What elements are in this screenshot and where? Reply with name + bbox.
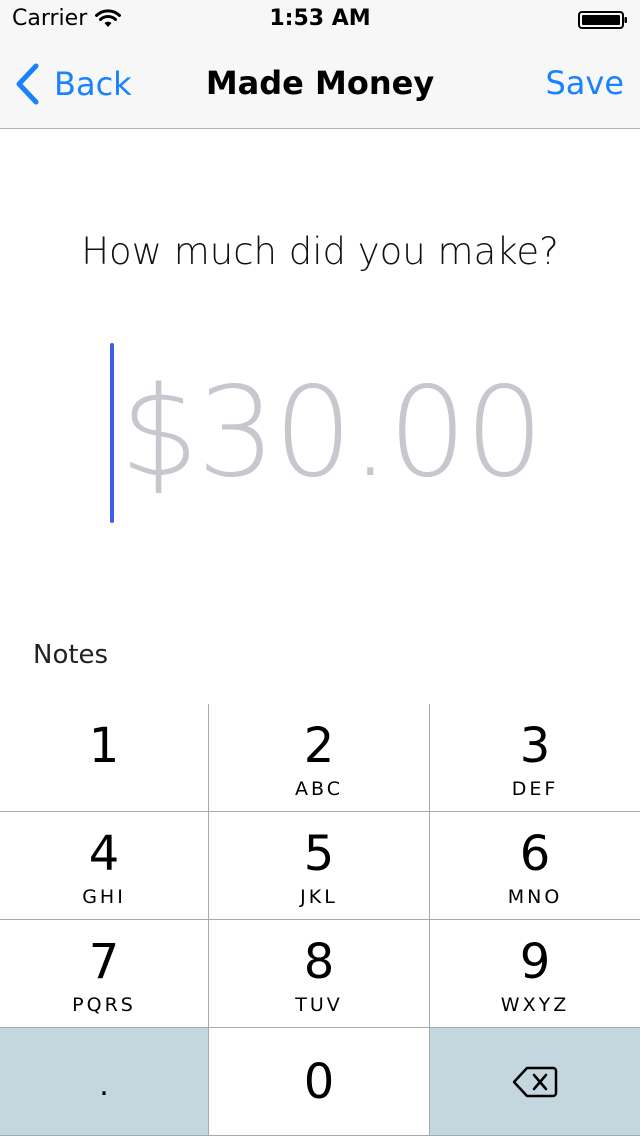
key-digit: 7 bbox=[88, 933, 120, 990]
backspace-icon bbox=[512, 1066, 558, 1097]
key-letters: ABC bbox=[295, 777, 343, 800]
key-4[interactable]: 4 GHI bbox=[0, 812, 209, 920]
key-letters: GHI bbox=[82, 885, 126, 908]
key-decimal[interactable]: . bbox=[0, 1028, 209, 1136]
decimal-point: . bbox=[99, 1068, 109, 1103]
key-digit: 1 bbox=[88, 717, 120, 774]
battery-icon bbox=[578, 11, 627, 29]
key-8[interactable]: 8 TUV bbox=[209, 920, 430, 1028]
key-5[interactable]: 5 JKL bbox=[209, 812, 430, 920]
key-digit: 5 bbox=[303, 825, 335, 882]
key-7[interactable]: 7 PQRS bbox=[0, 920, 209, 1028]
key-0[interactable]: 0 bbox=[209, 1028, 430, 1136]
amount-field[interactable]: $30.00 bbox=[110, 342, 544, 524]
save-button[interactable]: Save bbox=[545, 64, 624, 102]
key-digit: 9 bbox=[519, 933, 551, 990]
key-letters: WXYZ bbox=[500, 993, 570, 1016]
key-digit: 6 bbox=[519, 825, 551, 882]
navigation-bar: Back Made Money Save bbox=[0, 40, 640, 129]
numeric-keypad: 1 2 ABC 3 DEF 4 GHI 5 JKL 6 MNO 7 PQRS 8… bbox=[0, 704, 640, 1136]
key-digit: 2 bbox=[303, 717, 335, 774]
key-letters: DEF bbox=[511, 777, 559, 800]
amount-prompt: How much did you make? bbox=[81, 230, 559, 273]
status-bar: Carrier 1:53 AM bbox=[0, 0, 640, 40]
key-letters: TUV bbox=[295, 993, 343, 1016]
key-digit: 8 bbox=[303, 933, 335, 990]
key-2[interactable]: 2 ABC bbox=[209, 704, 430, 812]
status-time: 1:53 AM bbox=[269, 6, 371, 31]
page-title: Made Money bbox=[205, 64, 435, 102]
key-digit: 4 bbox=[88, 825, 120, 882]
key-backspace[interactable] bbox=[430, 1028, 640, 1136]
key-6[interactable]: 6 MNO bbox=[430, 812, 640, 920]
text-cursor bbox=[110, 343, 114, 523]
key-letters: PQRS bbox=[72, 993, 136, 1016]
key-1[interactable]: 1 bbox=[0, 704, 209, 812]
key-9[interactable]: 9 WXYZ bbox=[430, 920, 640, 1028]
amount-placeholder[interactable]: $30.00 bbox=[120, 371, 544, 495]
key-letters: MNO bbox=[507, 885, 563, 908]
key-digit: 3 bbox=[519, 717, 551, 774]
key-digit: 0 bbox=[303, 1053, 335, 1110]
key-3[interactable]: 3 DEF bbox=[430, 704, 640, 812]
key-letters: JKL bbox=[300, 885, 338, 908]
notes-field[interactable]: Notes bbox=[33, 640, 108, 670]
